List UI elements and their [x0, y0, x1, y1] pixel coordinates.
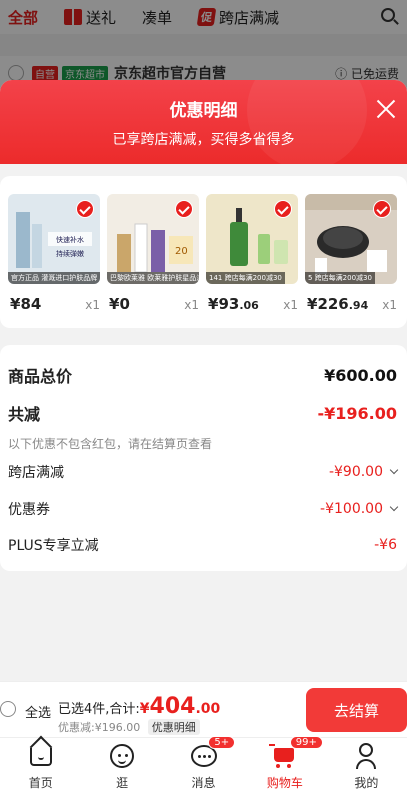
product-quantity: x1	[184, 298, 199, 312]
discount-label: 跨店满减	[8, 465, 64, 481]
plus-discount-row: PLUS专享立减 -¥6	[8, 535, 397, 555]
tab-home[interactable]: 首页	[0, 738, 81, 803]
chevron-down-icon	[389, 465, 399, 475]
tab-cart[interactable]: 99+ 购物车	[244, 736, 325, 803]
total-reduction-row: 共减 -¥196.00	[8, 401, 397, 425]
product-thumbnail: 快速补水 持续弹嫩 官方正品 灌溉进口护肤品牌	[8, 194, 100, 284]
products-card: 快速补水 持续弹嫩 官方正品 灌溉进口护肤品牌 ¥84 x1 20 巴黎欧莱雅 …	[0, 176, 407, 328]
product-item[interactable]: 20 巴黎欧莱雅 欧莱雅护肤星品派 ¥0 x1	[107, 194, 199, 313]
close-icon[interactable]	[375, 98, 397, 120]
discount-value: -¥90.00	[329, 464, 399, 480]
tab-messages[interactable]: 5+ 消息	[163, 736, 244, 803]
panel-subtitle: 已享跨店满减，买得多省得多	[112, 132, 295, 148]
product-item[interactable]: 5 跨店每满200减30 ¥226.94 x1	[305, 194, 397, 313]
coupon-discount-row[interactable]: 优惠券 -¥100.00	[8, 499, 399, 519]
discount-label: PLUS专享立减	[8, 538, 99, 554]
total-price-label: 商品总价	[8, 367, 73, 386]
product-item[interactable]: 141 跨店每满200减30 ¥93.06 x1	[206, 194, 298, 313]
selected-check-icon	[373, 200, 391, 218]
svg-text:20: 20	[175, 246, 188, 257]
selected-check-icon	[175, 200, 193, 218]
total-price-row: 商品总价 ¥600.00	[8, 363, 397, 387]
reduction-note: 以下优惠不包含红包，请在结算页查看	[8, 437, 213, 451]
select-all-radio[interactable]	[0, 701, 16, 717]
home-icon	[29, 748, 52, 766]
product-item[interactable]: 快速补水 持续弹嫩 官方正品 灌溉进口护肤品牌 ¥84 x1	[8, 194, 100, 313]
panel-header: 优惠明细 已享跨店满减，买得多省得多	[0, 80, 407, 170]
select-all-label[interactable]: 全选	[25, 702, 51, 721]
product-price: ¥93.06	[208, 295, 259, 313]
tab-explore[interactable]: 逛	[81, 738, 162, 803]
checkout-button[interactable]: 去结算	[306, 688, 407, 732]
price-summary-card: 商品总价 ¥600.00 共减 -¥196.00 以下优惠不包含红包，请在结算页…	[0, 345, 407, 571]
tab-profile[interactable]: 我的	[326, 738, 407, 803]
product-tag: 巴黎欧莱雅 欧莱雅护肤星品派	[107, 272, 199, 284]
explore-icon	[110, 744, 135, 768]
product-thumbnail: 5 跨店每满200减30	[305, 194, 397, 284]
cart-badge: 99+	[289, 736, 323, 749]
product-tag: 141 跨店每满200减30	[206, 272, 285, 284]
svg-text:快速补水: 快速补水	[56, 235, 84, 244]
selected-check-icon	[274, 200, 292, 218]
product-tag: 官方正品 灌溉进口护肤品牌	[8, 272, 100, 284]
product-tag: 5 跨店每满200减30	[305, 272, 375, 284]
total-reduction-value: -¥196.00	[317, 403, 397, 423]
selected-check-icon	[76, 200, 94, 218]
product-quantity: x1	[85, 298, 100, 312]
discount-value: -¥6	[374, 537, 397, 553]
cart-icon	[268, 744, 294, 768]
chevron-down-icon	[389, 502, 399, 512]
total-price-value: ¥600.00	[324, 365, 397, 385]
panel-title: 优惠明细	[169, 101, 238, 121]
profile-icon	[356, 743, 377, 769]
discount-summary: 优惠减:¥196.00 优惠明细	[58, 719, 200, 735]
svg-text:持续弹嫩: 持续弹嫩	[56, 249, 84, 258]
discount-details-link[interactable]: 优惠明细	[147, 719, 200, 735]
checkout-bar: 全选 已选4件,合计:¥404.00 优惠减:¥196.00 优惠明细 去结算	[0, 681, 407, 737]
product-price: ¥84	[10, 295, 42, 313]
product-thumbnail: 20 巴黎欧莱雅 欧莱雅护肤星品派	[107, 194, 199, 284]
product-quantity: x1	[283, 298, 298, 312]
cross-store-discount-row[interactable]: 跨店满减 -¥90.00	[8, 462, 399, 482]
product-price: ¥0	[109, 295, 130, 313]
product-price: ¥226.94	[307, 295, 369, 313]
total-reduction-label: 共减	[8, 405, 41, 424]
product-thumbnail: 141 跨店每满200减30	[206, 194, 298, 284]
selected-total: 已选4件,合计:¥404.00	[58, 694, 221, 719]
message-badge: 5+	[208, 736, 236, 749]
product-quantity: x1	[382, 298, 397, 312]
discount-label: 优惠券	[8, 502, 50, 518]
discount-value: -¥100.00	[320, 501, 399, 517]
bottom-tab-bar: 首页 逛 5+ 消息 99+ 购物车 我的	[0, 736, 407, 803]
